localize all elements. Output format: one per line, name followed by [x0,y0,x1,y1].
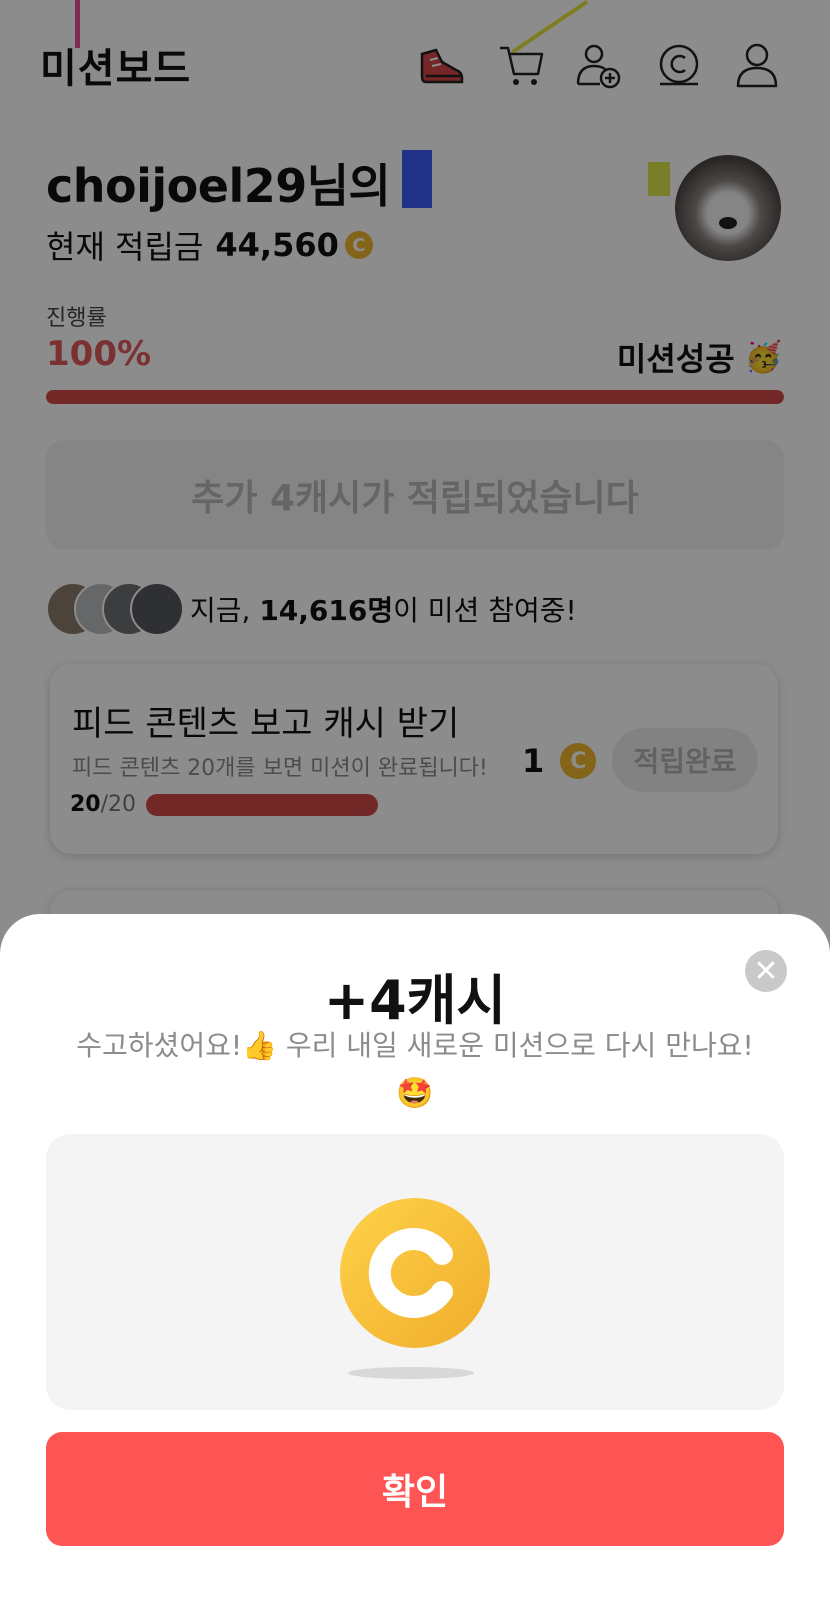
cash-coin-icon [340,1198,490,1348]
reward-message: 수고하셨어요!👍 우리 내일 새로운 미션으로 다시 만나요! [76,1029,754,1062]
confirm-button[interactable]: 확인 [46,1432,784,1546]
coin-illustration-panel [46,1134,784,1410]
star-struck-icon: 🤩 [396,1076,434,1111]
reward-bottom-sheet: +4캐시 ✕ 수고하셨어요!👍 우리 내일 새로운 미션으로 다시 만나요! 🤩… [0,914,830,1617]
close-icon[interactable]: ✕ [745,950,787,992]
coin-shadow [348,1367,474,1379]
